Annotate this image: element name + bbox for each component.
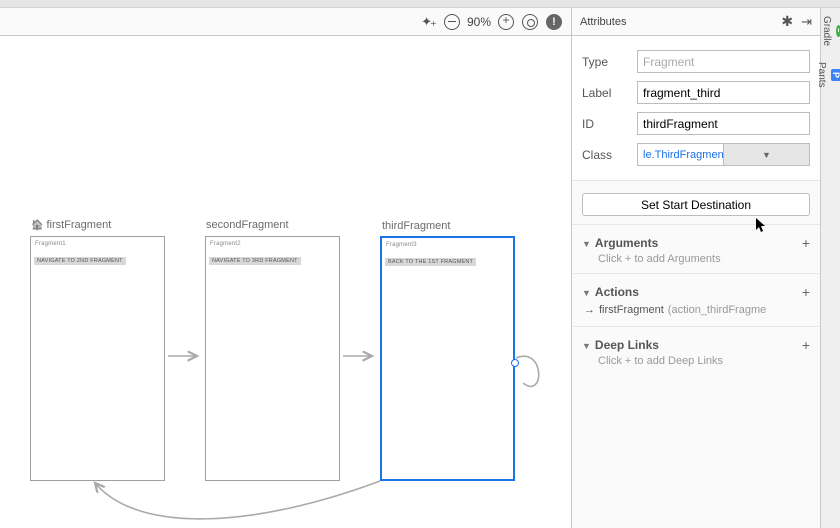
fragment-preview-button: NAVIGATE TO 3RD FRAGMENT	[209, 257, 301, 265]
class-label: Class	[582, 148, 637, 162]
pants-label: Pants	[816, 62, 827, 88]
home-icon	[31, 219, 43, 231]
action-item[interactable]: firstFragment (action_thirdFragme	[582, 302, 810, 318]
fragment-label: thirdFragment	[382, 220, 450, 232]
fragment-node-third[interactable]: thirdFragment Fragment3 BACK TO THE 1ST …	[380, 236, 515, 481]
arguments-hint: Click + to add Arguments	[582, 253, 810, 265]
disclosure-triangle-icon[interactable]: ▼	[582, 239, 591, 249]
label-input[interactable]	[637, 81, 810, 104]
magic-wand-button[interactable]	[419, 13, 437, 31]
action-id: (action_thirdFragme	[668, 304, 766, 316]
pants-icon: P	[831, 69, 840, 81]
tool-window-rail: Gradle P Pants	[820, 8, 840, 528]
set-start-row: Set Start Destination	[582, 193, 810, 216]
attr-row-class: Class le.ThirdFragment ▼	[582, 139, 810, 170]
fragment-preview-title: Fragment1	[31, 237, 164, 249]
add-argument-button[interactable]: +	[802, 235, 810, 251]
canvas-toolbar: 90% !	[0, 8, 571, 36]
deeplinks-hint: Click + to add Deep Links	[582, 355, 810, 367]
label-label: Label	[582, 86, 637, 100]
type-input[interactable]	[637, 50, 810, 73]
fragment-preview-title: Fragment2	[206, 237, 339, 249]
zoom-in-button[interactable]	[497, 13, 515, 31]
action-destination: firstFragment	[599, 304, 664, 316]
top-strip	[0, 0, 840, 8]
warnings-button[interactable]: !	[545, 13, 563, 31]
nav-graph-canvas[interactable]: firstFragment Fragment1 NAVIGATE TO 2ND …	[0, 36, 571, 528]
arguments-title: Arguments	[595, 236, 658, 250]
deeplinks-section: ▼ Deep Links + Click + to add Deep Links	[572, 326, 820, 375]
attributes-header: Attributes	[572, 8, 820, 36]
attributes-title: Attributes	[580, 16, 626, 28]
fragment-node-first[interactable]: firstFragment Fragment1 NAVIGATE TO 2ND …	[30, 236, 165, 481]
plus-circle-icon	[498, 14, 514, 30]
id-input[interactable]	[637, 112, 810, 135]
reset-circle-icon	[522, 14, 538, 30]
fragment-preview-title: Fragment3	[382, 238, 513, 250]
attributes-panel: Attributes Type Label ID Class le.ThirdF…	[571, 8, 820, 528]
zoom-level: 90%	[467, 15, 491, 29]
gradle-label: Gradle	[821, 16, 832, 46]
chevron-down-icon[interactable]: ▼	[723, 144, 809, 165]
attr-row-type: Type	[582, 46, 810, 77]
gradle-tool-button[interactable]: Gradle	[821, 8, 840, 54]
zoom-reset-button[interactable]	[521, 13, 539, 31]
gear-icon[interactable]	[781, 13, 793, 30]
attributes-body: Type Label ID Class le.ThirdFragment ▼	[572, 36, 820, 181]
arrow-right-icon	[584, 304, 595, 316]
actions-title: Actions	[595, 285, 639, 299]
class-select[interactable]: le.ThirdFragment ▼	[637, 143, 810, 166]
gradle-icon	[836, 25, 840, 37]
disclosure-triangle-icon[interactable]: ▼	[582, 341, 591, 351]
sparkle-icon	[421, 14, 435, 30]
minus-circle-icon	[444, 14, 460, 30]
class-value: le.ThirdFragment	[638, 149, 723, 161]
fragment-preview-button: NAVIGATE TO 2ND FRAGMENT	[34, 257, 126, 265]
deeplinks-title: Deep Links	[595, 338, 659, 352]
minimize-icon[interactable]	[801, 14, 812, 30]
fragment-node-second[interactable]: secondFragment Fragment2 NAVIGATE TO 3RD…	[205, 236, 340, 481]
attr-row-id: ID	[582, 108, 810, 139]
attr-row-label: Label	[582, 77, 810, 108]
fragment-label: firstFragment	[31, 219, 111, 231]
fragment-preview-button: BACK TO THE 1ST FRAGMENT	[385, 258, 476, 266]
type-label: Type	[582, 55, 637, 69]
warning-icon: !	[546, 14, 562, 30]
id-label: ID	[582, 117, 637, 131]
arguments-section: ▼ Arguments + Click + to add Arguments	[572, 224, 820, 273]
disclosure-triangle-icon[interactable]: ▼	[582, 288, 591, 298]
set-start-destination-button[interactable]: Set Start Destination	[582, 193, 810, 216]
add-action-button[interactable]: +	[802, 284, 810, 300]
add-deeplink-button[interactable]: +	[802, 337, 810, 353]
action-handle[interactable]	[511, 359, 519, 367]
pants-tool-button[interactable]: P Pants	[821, 54, 840, 96]
zoom-out-button[interactable]	[443, 13, 461, 31]
fragment-label: secondFragment	[206, 219, 289, 231]
actions-section: ▼ Actions + firstFragment (action_thirdFr…	[572, 273, 820, 326]
